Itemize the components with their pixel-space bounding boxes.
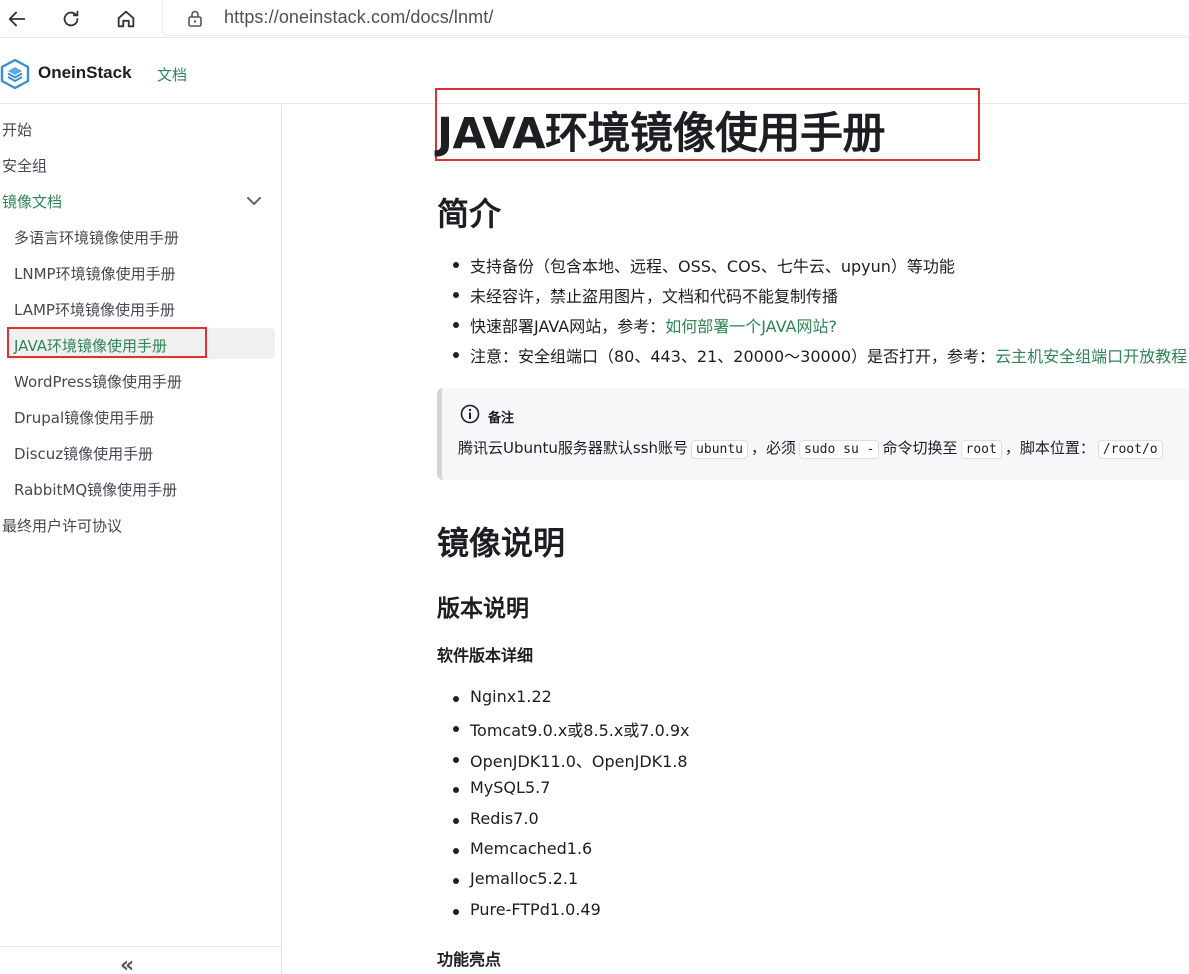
- link-deploy-java-site[interactable]: 如何部署一个JAVA网站?: [665, 317, 837, 336]
- note-admonition: 备注 腾讯云Ubuntu服务器默认ssh账号 ubuntu ，必须 sudo su -…: [437, 388, 1189, 480]
- page-title: JAVA环境镜像使用手册: [437, 109, 886, 159]
- brand-name[interactable]: OneinStack: [38, 63, 132, 83]
- info-icon: [460, 404, 480, 424]
- software-list-item: OpenJDK11.0、OpenJDK1.8: [453, 748, 688, 772]
- link-security-group-tutorial[interactable]: 云主机安全组端口开放教程: [995, 347, 1187, 366]
- sidebar-item-start[interactable]: 开始: [2, 119, 32, 140]
- address-bar[interactable]: https://oneinstack.com/docs/lnmt/: [162, 0, 1189, 36]
- software-list-item: Memcached1.6: [452, 839, 593, 858]
- annotation-box-sidebar: [7, 327, 207, 358]
- software-list-item: Redis7.0: [453, 809, 539, 828]
- intro-list-item: 未经容许，禁止盗用图片，文档和代码不能复制传播: [452, 283, 838, 307]
- refresh-icon: [63, 10, 79, 27]
- lock-icon: [188, 10, 202, 27]
- sidebar-item-eula[interactable]: 最终用户许可协议: [2, 515, 122, 536]
- sidebar-item-drupal[interactable]: Drupal镜像使用手册: [14, 407, 154, 428]
- sidebar-item-multilang[interactable]: 多语言环境镜像使用手册: [14, 227, 179, 248]
- docs-sidebar: 开始 安全组 镜像文档 多语言环境镜像使用手册 LNMP环境镜像使用手册 LAM…: [0, 105, 282, 974]
- software-list-item: Tomcat9.0.x或8.5.x或7.0.9x: [453, 717, 690, 741]
- arrow-left-icon: [8, 11, 26, 27]
- chevron-down-icon[interactable]: [244, 191, 264, 211]
- inline-code: ubuntu: [691, 440, 749, 459]
- back-button[interactable]: [2, 4, 32, 34]
- home-icon: [117, 10, 135, 28]
- intro-list-item: 支持备份（包含本地、远程、OSS、COS、七牛云、upyun）等功能: [453, 253, 955, 277]
- note-title: 备注: [488, 411, 515, 426]
- sidebar-item-rabbitmq[interactable]: RabbitMQ镜像使用手册: [14, 479, 177, 500]
- note-body: 腾讯云Ubuntu服务器默认ssh账号 ubuntu ，必须 sudo su - 命令切…: [458, 437, 1166, 459]
- software-list-item: Nginx1.22: [453, 687, 552, 706]
- sidebar-category-image-docs[interactable]: 镜像文档: [2, 191, 62, 212]
- intro-list-item: 快速部署JAVA网站，参考：如何部署一个JAVA网站?: [453, 313, 837, 337]
- software-list-item: Jemalloc5.2.1: [452, 869, 579, 888]
- sidebar-footer: «: [0, 946, 281, 974]
- refresh-button[interactable]: [56, 4, 86, 34]
- oneinstack-logo-icon[interactable]: [0, 58, 30, 90]
- collapse-sidebar-icon[interactable]: «: [120, 955, 134, 974]
- sidebar-item-lamp[interactable]: LAMP环境镜像使用手册: [14, 299, 175, 320]
- nav-link-docs[interactable]: 文档: [157, 64, 187, 85]
- heading-features: 功能亮点: [437, 950, 502, 969]
- browser-toolbar: https://oneinstack.com/docs/lnmt/: [0, 0, 1189, 38]
- inline-code: root: [960, 440, 1002, 459]
- heading-software-versions: 软件版本详细: [437, 646, 534, 665]
- heading-image-description: 镜像说明: [437, 524, 566, 562]
- sidebar-item-security-group[interactable]: 安全组: [2, 155, 47, 176]
- inline-code: sudo su -: [799, 440, 880, 459]
- doc-content: JAVA环境镜像使用手册 简介 支持备份（包含本地、远程、OSS、COS、七牛云…: [282, 105, 1189, 974]
- sidebar-item-discuz[interactable]: Discuz镜像使用手册: [14, 443, 153, 464]
- heading-intro: 简介: [437, 195, 502, 233]
- intro-list-item: 注意：安全组端口（80、443、21、20000～30000）是否打开，参考：云…: [452, 343, 1187, 367]
- sidebar-item-lnmp[interactable]: LNMP环境镜像使用手册: [14, 263, 176, 284]
- home-button[interactable]: [111, 4, 141, 34]
- software-list-item: Pure-FTPd1.0.49: [453, 900, 601, 919]
- heading-version: 版本说明: [437, 596, 529, 622]
- url-text: https://oneinstack.com/docs/lnmt/: [224, 7, 494, 27]
- sidebar-item-wordpress[interactable]: WordPress镜像使用手册: [14, 371, 182, 392]
- software-list-item: MySQL5.7: [452, 778, 551, 797]
- inline-code: /root/o: [1097, 440, 1163, 459]
